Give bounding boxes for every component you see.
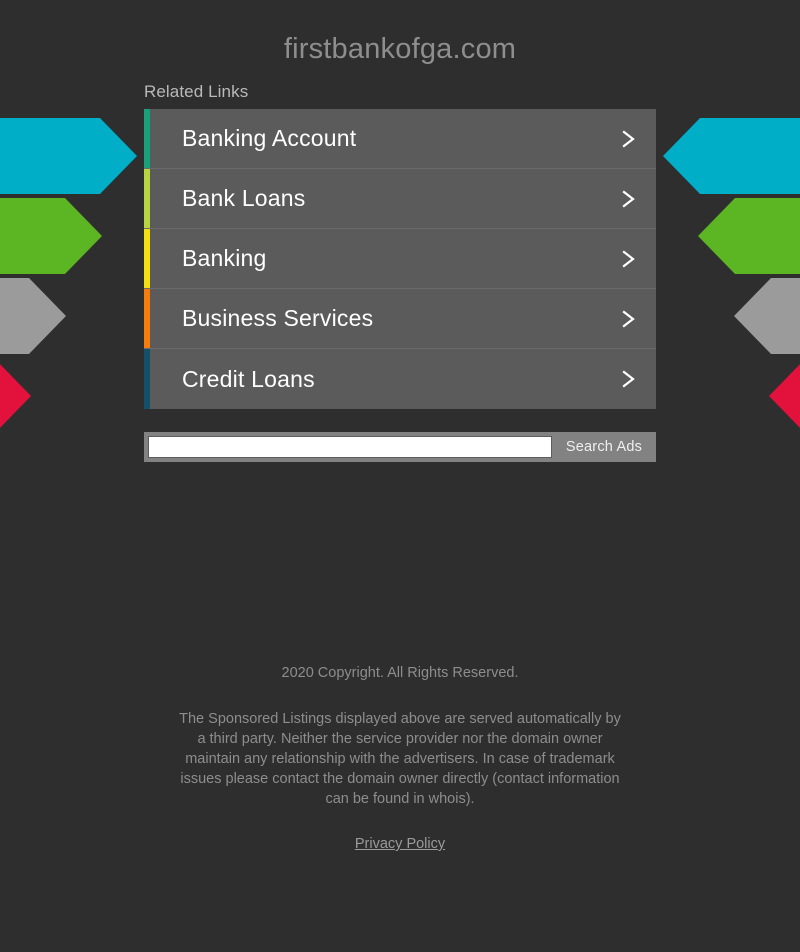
page-title: firstbankofga.com — [283, 33, 517, 65]
copyright-text: 2020 Copyright. All Rights Reserved. — [281, 665, 519, 681]
list-item-label: Banking — [182, 245, 267, 271]
chevron-right-icon — [622, 309, 635, 328]
decorative-arrow-red-right — [769, 364, 800, 428]
chevron-right-icon — [622, 189, 635, 208]
related-links-heading: Related Links — [144, 82, 249, 101]
list-item[interactable]: Bank Loans — [144, 169, 656, 229]
decorative-arrow-cyan-left — [0, 118, 137, 194]
accent-bar — [144, 169, 150, 228]
decorative-arrow-green-right — [698, 198, 800, 274]
related-links-section: Related Links Banking Account Bank Loans… — [144, 82, 656, 409]
accent-bar — [144, 349, 150, 409]
search-input[interactable] — [148, 436, 552, 458]
list-item-label: Credit Loans — [182, 365, 315, 392]
decorative-arrow-gray-right — [734, 278, 800, 354]
accent-bar — [144, 109, 150, 168]
list-item-label: Banking Account — [182, 125, 357, 151]
list-item[interactable]: Banking Account — [144, 109, 656, 169]
list-item[interactable]: Banking — [144, 229, 656, 289]
privacy-policy-link[interactable]: Privacy Policy — [355, 836, 445, 852]
list-item-label: Bank Loans — [182, 185, 306, 211]
privacy-policy-container: Privacy Policy — [0, 835, 800, 853]
list-item[interactable]: Business Services — [144, 289, 656, 349]
list-item-label: Business Services — [182, 305, 374, 331]
chevron-right-icon — [622, 129, 635, 148]
list-item[interactable]: Credit Loans — [144, 349, 656, 409]
decorative-arrow-green-left — [0, 198, 102, 274]
search-ads-button[interactable]: Search Ads — [552, 432, 656, 462]
decorative-arrow-gray-left — [0, 278, 66, 354]
decorative-arrow-cyan-right — [663, 118, 800, 194]
disclaimer-text: The Sponsored Listings displayed above a… — [179, 711, 621, 807]
accent-bar — [144, 289, 150, 348]
chevron-right-icon — [622, 370, 635, 388]
decorative-arrow-red-left — [0, 364, 31, 428]
footer: 2020 Copyright. All Rights Reserved. The… — [0, 663, 800, 853]
related-links-list: Banking Account Bank Loans Banking Busin… — [144, 109, 656, 409]
chevron-right-icon — [622, 249, 635, 268]
search-bar: Search Ads — [144, 432, 656, 462]
accent-bar — [144, 229, 150, 288]
